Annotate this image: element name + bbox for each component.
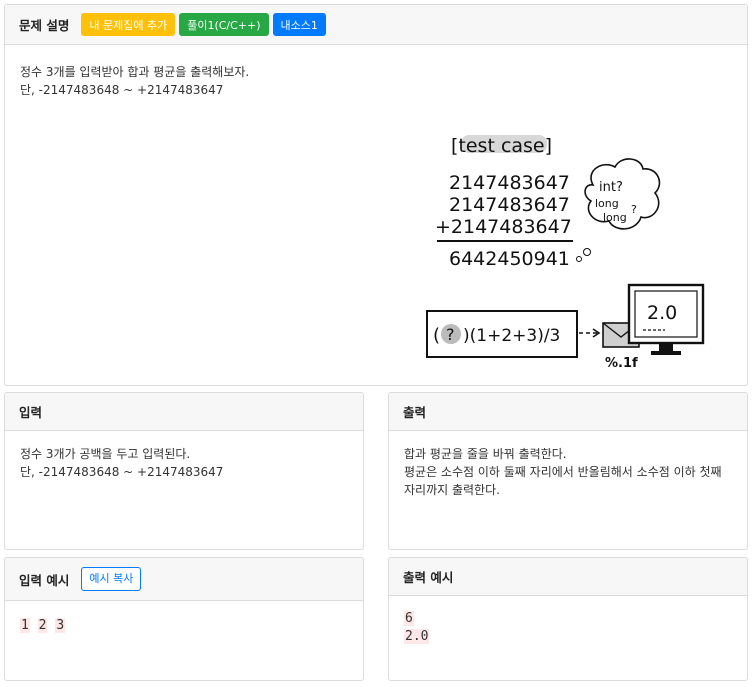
sample-input-value: 3 bbox=[55, 618, 66, 633]
problem-illustration: [test case] 2147483647 2147483647 +21474… bbox=[426, 135, 705, 371]
input-description-line: 단, -2147483648 ~ +2147483647 bbox=[20, 465, 224, 479]
formula-text: )(1+2+3)/3 bbox=[463, 326, 560, 346]
bubble-long-2: long bbox=[603, 211, 627, 224]
formula-open-paren: ( bbox=[433, 325, 440, 346]
output-title: 출력 bbox=[403, 405, 427, 420]
problem-description-line: 정수 3개를 입력받아 합과 평균을 출력해보자. bbox=[20, 65, 250, 79]
bubble-dot bbox=[583, 248, 591, 256]
sample-output-line: 2.0 bbox=[404, 629, 430, 644]
sample-output-title: 출력 예시 bbox=[403, 570, 454, 585]
sample-output-card: 출력 예시 6 2.0 bbox=[388, 557, 748, 681]
sample-output-header: 출력 예시 bbox=[389, 558, 747, 596]
input-description-line: 정수 3개가 공백을 두고 입력된다. bbox=[20, 447, 191, 461]
input-card: 입력 정수 3개가 공백을 두고 입력된다. 단, -2147483648 ~ … bbox=[4, 392, 364, 550]
output-body: 합과 평균을 줄을 바꿔 출력한다. 평균은 소수점 이하 둘째 자리에서 반올… bbox=[389, 431, 747, 513]
monitor-stand bbox=[659, 343, 673, 351]
bubble-question: ? bbox=[631, 203, 637, 216]
sample-input-title: 입력 예시 bbox=[19, 572, 70, 588]
addend-1: 2147483647 bbox=[449, 172, 570, 194]
solution-button[interactable]: 풀이1(C/C++) bbox=[179, 13, 269, 36]
problem-body: 정수 3개를 입력받아 합과 평균을 출력해보자. 단, -2147483648… bbox=[5, 45, 747, 113]
add-to-workbook-button[interactable]: 내 문제집에 추가 bbox=[81, 13, 176, 36]
output-description-line: 합과 평균을 줄을 바꿔 출력한다. bbox=[404, 447, 567, 461]
my-source-button[interactable]: 내소스1 bbox=[272, 13, 326, 36]
output-header: 출력 bbox=[389, 393, 747, 431]
sample-input-card: 입력 예시 예시 복사 1 2 3 bbox=[4, 557, 364, 681]
sample-input-value: 1 bbox=[20, 618, 30, 633]
output-card: 출력 합과 평균을 줄을 바꿔 출력한다. 평균은 소수점 이하 둘째 자리에서… bbox=[388, 392, 748, 550]
sum-value: 6442450941 bbox=[449, 248, 570, 270]
format-label: %.1f bbox=[605, 356, 638, 371]
sample-input-value: 2 bbox=[37, 618, 48, 633]
problem-title: 문제 설명 bbox=[19, 18, 70, 33]
input-body: 정수 3개가 공백을 두고 입력된다. 단, -2147483648 ~ +21… bbox=[5, 431, 363, 495]
problem-card: 문제 설명 내 문제집에 추가 풀이1(C/C++) 내소스1 정수 3개를 입… bbox=[4, 4, 748, 386]
monitor-base bbox=[651, 351, 681, 355]
bubble-dot-small bbox=[576, 256, 582, 262]
input-header: 입력 bbox=[5, 393, 363, 431]
illustration-heading: [test case] bbox=[451, 135, 552, 157]
sample-input-header: 입력 예시 예시 복사 bbox=[5, 558, 363, 601]
copy-sample-button[interactable]: 예시 복사 bbox=[81, 567, 142, 591]
input-title: 입력 bbox=[19, 405, 43, 420]
bubble-long-1: long bbox=[595, 197, 619, 210]
formula-question: ? bbox=[446, 325, 455, 344]
screen-value: 2.0 bbox=[647, 302, 677, 324]
bubble-int: int? bbox=[599, 180, 623, 195]
output-description-line: 평균은 소수점 이하 둘째 자리에서 반올림해서 소수점 이하 첫째 자리까지 … bbox=[404, 465, 722, 497]
addend-2: 2147483647 bbox=[449, 194, 570, 216]
problem-header: 문제 설명 내 문제집에 추가 풀이1(C/C++) 내소스1 bbox=[5, 5, 747, 45]
sample-input-body: 1 2 3 bbox=[5, 601, 363, 649]
sample-output-body: 6 2.0 bbox=[389, 596, 747, 660]
sample-output-line: 6 bbox=[404, 611, 414, 626]
addend-3: +2147483647 bbox=[435, 216, 572, 238]
problem-description-line: 단, -2147483648 ~ +2147483647 bbox=[20, 83, 224, 97]
